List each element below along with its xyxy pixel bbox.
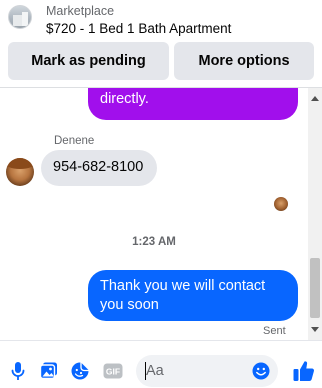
read-receipt-avatar (274, 197, 288, 211)
thumbs-up-icon[interactable] (292, 359, 316, 383)
scroll-up-arrow-icon[interactable] (311, 96, 319, 101)
more-options-button[interactable]: More options (174, 42, 314, 80)
outgoing-message-text: Thank you we will contact you soon (100, 278, 266, 313)
marketplace-label: Marketplace (46, 4, 115, 18)
incoming-message-text: 954-682-8100 (53, 159, 144, 175)
microphone-icon[interactable] (8, 361, 28, 381)
sender-name: Denene (54, 135, 95, 147)
message-timestamp: 1:23 AM (132, 236, 176, 248)
incoming-message-bubble[interactable]: 954-682-8100 (41, 150, 157, 186)
sender-avatar[interactable] (6, 158, 34, 186)
outgoing-message-bubble[interactable]: directly. (88, 88, 298, 120)
mark-as-pending-button[interactable]: Mark as pending (8, 42, 169, 80)
message-status: Sent (263, 325, 286, 337)
outgoing-message-text: directly. (100, 91, 149, 107)
sticker-icon[interactable] (70, 361, 90, 381)
photo-icon[interactable] (39, 361, 59, 381)
emoji-icon[interactable] (252, 362, 270, 380)
listing-thumbnail[interactable] (8, 5, 32, 29)
message-thread[interactable]: directly. Denene 954-682-8100 1:23 AM Th… (0, 88, 308, 340)
message-input[interactable] (146, 359, 246, 383)
conversation-header: Marketplace $720 - 1 Bed 1 Bath Apartmen… (0, 0, 322, 86)
scroll-down-arrow-icon[interactable] (311, 327, 319, 332)
outgoing-message-bubble[interactable]: Thank you we will contact you soon (88, 270, 298, 321)
listing-title[interactable]: $720 - 1 Bed 1 Bath Apartment (46, 21, 231, 36)
message-input-container[interactable] (136, 355, 278, 387)
thread-scrollbar[interactable] (308, 88, 322, 340)
svg-text:GIF: GIF (106, 367, 120, 377)
scrollbar-thumb[interactable] (310, 258, 320, 318)
gif-icon[interactable]: GIF (103, 361, 123, 381)
message-composer: GIF (0, 340, 322, 388)
